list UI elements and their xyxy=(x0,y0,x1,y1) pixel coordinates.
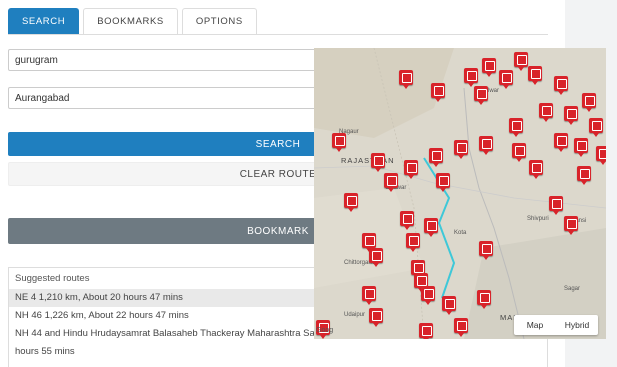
map-type-hybrid-button[interactable]: Hybrid xyxy=(556,320,598,330)
map-marker-icon[interactable] xyxy=(362,233,376,252)
map-label-city: Sagar xyxy=(564,286,581,292)
map-label-city: Kota xyxy=(454,230,467,236)
tab-search[interactable]: SEARCH xyxy=(8,8,80,34)
tab-bookmarks[interactable]: BOOKMARKS xyxy=(83,8,178,34)
map-label-state: RAJASTHAN xyxy=(341,156,395,165)
map-marker-icon[interactable] xyxy=(332,133,346,152)
map-marker-icon[interactable] xyxy=(362,286,376,305)
map-marker-icon[interactable] xyxy=(589,118,603,137)
map-marker-icon[interactable] xyxy=(564,216,578,235)
map-marker-icon[interactable] xyxy=(464,68,478,87)
map-marker-icon[interactable] xyxy=(509,118,523,137)
map-marker-icon[interactable] xyxy=(400,211,414,230)
map-marker-icon[interactable] xyxy=(454,318,468,337)
map-marker-icon[interactable] xyxy=(514,52,528,71)
map-type-map-button[interactable]: Map xyxy=(514,320,556,330)
map-marker-icon[interactable] xyxy=(384,173,398,192)
map-marker-icon[interactable] xyxy=(554,133,568,152)
map-marker-icon[interactable] xyxy=(577,166,591,185)
map-marker-icon[interactable] xyxy=(369,308,383,327)
map-marker-icon[interactable] xyxy=(474,86,488,105)
map-marker-icon[interactable] xyxy=(436,173,450,192)
map-marker-icon[interactable] xyxy=(539,103,553,122)
map-marker-icon[interactable] xyxy=(369,248,383,267)
map-marker-icon[interactable] xyxy=(442,296,456,315)
map-marker-icon[interactable] xyxy=(406,233,420,252)
tab-divider xyxy=(8,34,548,35)
route-option-continued[interactable]: hours 55 mins xyxy=(9,343,547,361)
map-marker-icon[interactable] xyxy=(371,153,385,172)
map-marker-icon[interactable] xyxy=(596,146,606,165)
google-attribution: Goog xyxy=(316,327,334,334)
map-marker-icon[interactable] xyxy=(404,160,418,179)
map-marker-icon[interactable] xyxy=(554,76,568,95)
map-marker-icon[interactable] xyxy=(479,136,493,155)
map-marker-icon[interactable] xyxy=(564,106,578,125)
map-marker-icon[interactable] xyxy=(549,196,563,215)
map-marker-icon[interactable] xyxy=(482,58,496,77)
map-marker-icon[interactable] xyxy=(424,218,438,237)
map-marker-icon[interactable] xyxy=(529,160,543,179)
map-marker-icon[interactable] xyxy=(344,193,358,212)
map-label-city: Shivpuri xyxy=(527,216,549,222)
map-marker-icon[interactable] xyxy=(399,70,413,89)
map-marker-icon[interactable] xyxy=(582,93,596,112)
map-marker-icon[interactable] xyxy=(429,148,443,167)
tab-options[interactable]: OPTIONS xyxy=(181,8,257,34)
map-marker-icon[interactable] xyxy=(431,83,445,102)
tab-bar: SEARCH BOOKMARKS OPTIONS xyxy=(8,8,257,34)
map-marker-icon[interactable] xyxy=(574,138,588,157)
map-marker-icon[interactable] xyxy=(419,323,433,339)
map-marker-icon[interactable] xyxy=(528,66,542,85)
map-marker-icon[interactable] xyxy=(512,143,526,162)
route-map[interactable]: RAJASTHAN Alwar Nagaur Kota Shivpuri Jha… xyxy=(314,48,606,339)
map-marker-icon[interactable] xyxy=(454,140,468,159)
map-type-control: Map Hybrid xyxy=(514,315,598,335)
map-marker-icon[interactable] xyxy=(477,290,491,309)
map-marker-icon[interactable] xyxy=(421,286,435,305)
map-marker-icon[interactable] xyxy=(479,241,493,260)
map-label-city: Udaipur xyxy=(344,312,366,318)
map-marker-icon[interactable] xyxy=(499,70,513,89)
